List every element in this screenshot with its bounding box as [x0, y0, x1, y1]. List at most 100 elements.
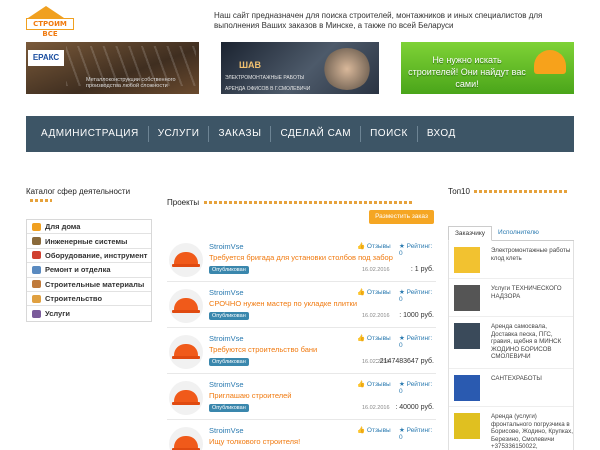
catalog-list: Для дома Инженерные системы Оборудование…: [26, 219, 152, 322]
project-date: 16.02.2016: [362, 313, 390, 319]
nav-diy[interactable]: СДЕЛАЙ САМ: [271, 126, 362, 142]
banner-builders[interactable]: Не нужно искать строителей! Они найдут в…: [401, 42, 574, 94]
rating: ★ Рейтинг: 0: [399, 381, 433, 395]
handshake-icon: [32, 309, 41, 318]
project-price: : 2147483647 руб.: [375, 358, 434, 365]
top10-item[interactable]: Услуги ТЕХНИЧЕСКОГО НАДЗОРА: [449, 279, 573, 317]
rating-label: Рейтинг: 0: [399, 381, 433, 395]
project-task-link[interactable]: СРОЧНО нужен мастер по укладке плитки: [209, 299, 357, 308]
project-row[interactable]: StroimVse 👍 Отзывы ★ Рейтинг: 0 СРОЧНО нуже…: [167, 282, 436, 328]
project-row[interactable]: StroimVse 👍 Отзывы ★ Рейтинг: 0 Ищу толково…: [167, 420, 436, 450]
top10-item[interactable]: Электромонтажные работы клод клеть: [449, 241, 573, 279]
helmet-avatar-icon: [169, 243, 203, 277]
catalog-item-repair[interactable]: Ремонт и отделка: [27, 263, 151, 278]
catalog-item-label: Оборудование, инструмент: [45, 250, 148, 260]
logo-text: СТРОИМ ВСЕ: [26, 18, 74, 38]
reviews-link[interactable]: 👍 Отзывы: [357, 380, 391, 388]
catalog-title: Каталог сфер деятельности: [26, 187, 154, 205]
top10-thumbnail: [454, 375, 480, 401]
nav-admin[interactable]: АДМИНИСТРАЦИЯ: [32, 126, 149, 142]
rating: ★ Рейтинг: 0: [399, 243, 433, 257]
reviews-link[interactable]: 👍 Отзывы: [357, 288, 391, 296]
site-logo[interactable]: СТРОИМ ВСЕ: [26, 6, 74, 38]
helmet-avatar-icon: [169, 381, 203, 415]
catalog-item-services[interactable]: Услуги: [27, 306, 151, 320]
project-author[interactable]: StroimVse: [209, 334, 244, 343]
tab-customer[interactable]: Заказчику: [448, 226, 493, 241]
nav-services[interactable]: УСЛУГИ: [149, 126, 210, 142]
project-price: : 1 руб.: [410, 266, 434, 273]
catalog-item-label: Инженерные системы: [45, 236, 128, 246]
top10-list: Электромонтажные работы клод клеть Услуги…: [448, 241, 574, 450]
banner-electro[interactable]: ШАВ ЭЛЕКТРОМОНТАЖНЫЕ РАБОТЫ АРЕНДА ОФИСО…: [221, 42, 379, 94]
banner-subtitle: ЭЛЕКТРОМОНТАЖНЫЕ РАБОТЫ: [225, 75, 305, 81]
catalog-item-label: Ремонт и отделка: [45, 265, 111, 275]
project-task-link[interactable]: Требуется бригада для установки столбов …: [209, 253, 393, 262]
top10-thumbnail: [454, 413, 480, 439]
project-date: 16.02.2016: [362, 267, 390, 273]
nav-search[interactable]: ПОИСК: [361, 126, 418, 142]
main-nav: АДМИНИСТРАЦИЯ УСЛУГИ ЗАКАЗЫ СДЕЛАЙ САМ П…: [26, 116, 574, 152]
home-icon: [32, 222, 41, 231]
hand-image: [323, 48, 371, 90]
pipes-icon: [32, 237, 41, 246]
reviews-label: Отзывы: [366, 427, 391, 434]
project-author[interactable]: StroimVse: [209, 380, 244, 389]
paint-roller-icon: [32, 265, 41, 274]
top10-title-text: Топ10: [448, 187, 470, 196]
helmet-avatar-icon: [169, 335, 203, 369]
tab-contractor[interactable]: Исполнителю: [492, 226, 545, 240]
reviews-label: Отзывы: [366, 289, 391, 296]
status-badge: Опубликован: [209, 404, 249, 412]
helmet-icon: [534, 50, 566, 74]
rating-label: Рейтинг: 0: [399, 289, 433, 303]
project-task-link[interactable]: Приглашаю строителей: [209, 391, 292, 400]
project-task-link[interactable]: Требуются строительство бани: [209, 345, 317, 354]
logo-roof-icon: [28, 6, 64, 18]
project-task-link[interactable]: Ищу толкового строителя!: [209, 437, 300, 446]
nav-login[interactable]: ВХОД: [418, 126, 465, 142]
status-badge: Опубликован: [209, 266, 249, 274]
top10-item[interactable]: САНТЕХРАБОТЫ: [449, 369, 573, 407]
tools-icon: [32, 251, 41, 260]
reviews-label: Отзывы: [366, 335, 391, 342]
helmet-avatar-icon: [169, 289, 203, 323]
post-order-button[interactable]: Разместить заказ: [369, 210, 434, 224]
reviews-link[interactable]: 👍 Отзывы: [357, 426, 391, 434]
rating: ★ Рейтинг: 0: [399, 335, 433, 349]
project-list: StroimVse 👍 Отзывы ★ Рейтинг: 0 Требуется б…: [167, 236, 436, 450]
catalog-item-home[interactable]: Для дома: [27, 220, 151, 235]
top10-thumbnail: [454, 323, 480, 349]
site-intro: Наш сайт предназначен для поиска строите…: [214, 11, 543, 30]
status-badge: Опубликован: [209, 358, 249, 366]
top10-item[interactable]: Аренда (услуги) фронтального погрузчика …: [449, 407, 573, 450]
project-row[interactable]: StroimVse 👍 Отзывы ★ Рейтинг: 0 Требуются с…: [167, 328, 436, 374]
catalog-item-label: Строительство: [45, 294, 103, 304]
banner-metal[interactable]: ЕРАКС Металлоконструкции собственного пр…: [26, 42, 199, 94]
reviews-label: Отзывы: [366, 381, 391, 388]
top10-title: Топ10: [448, 187, 574, 196]
top10-item-text: Аренда (услуги) фронтального погрузчика …: [491, 413, 573, 450]
banner-caption: Не нужно искать строителей! Они найдут в…: [408, 55, 526, 89]
title-decoration: [204, 201, 415, 205]
project-row[interactable]: StroimVse 👍 Отзывы ★ Рейтинг: 0 Приглашаю с…: [167, 374, 436, 420]
banner-brand: ЕРАКС: [28, 50, 64, 66]
project-row[interactable]: StroimVse 👍 Отзывы ★ Рейтинг: 0 Требуется б…: [167, 236, 436, 282]
project-price: : 40000 руб.: [395, 404, 434, 411]
catalog-item-equipment[interactable]: Оборудование, инструмент: [27, 249, 151, 264]
banner-caption: АРЕНДА ОФИСОВ В Г.СМОЛЕВИЧИ: [225, 86, 311, 92]
top10-item-text: Аренда самосвала, Доставка песка, ПГС, г…: [491, 323, 562, 360]
project-author[interactable]: StroimVse: [209, 288, 244, 297]
nav-orders[interactable]: ЗАКАЗЫ: [209, 126, 272, 142]
project-author[interactable]: StroimVse: [209, 426, 244, 435]
top10-item[interactable]: Аренда самосвала, Доставка песка, ПГС, г…: [449, 317, 573, 369]
catalog-item-label: Услуги: [45, 309, 70, 319]
project-author[interactable]: StroimVse: [209, 242, 244, 251]
reviews-link[interactable]: 👍 Отзывы: [357, 242, 391, 250]
catalog-item-materials[interactable]: Строительные материалы: [27, 278, 151, 292]
project-price: : 1000 руб.: [399, 312, 434, 319]
reviews-link[interactable]: 👍 Отзывы: [357, 334, 391, 342]
catalog-item-construction[interactable]: Строительство: [27, 292, 151, 307]
projects-title-text: Проекты: [167, 198, 200, 207]
catalog-item-engineering[interactable]: Инженерные системы: [27, 234, 151, 249]
